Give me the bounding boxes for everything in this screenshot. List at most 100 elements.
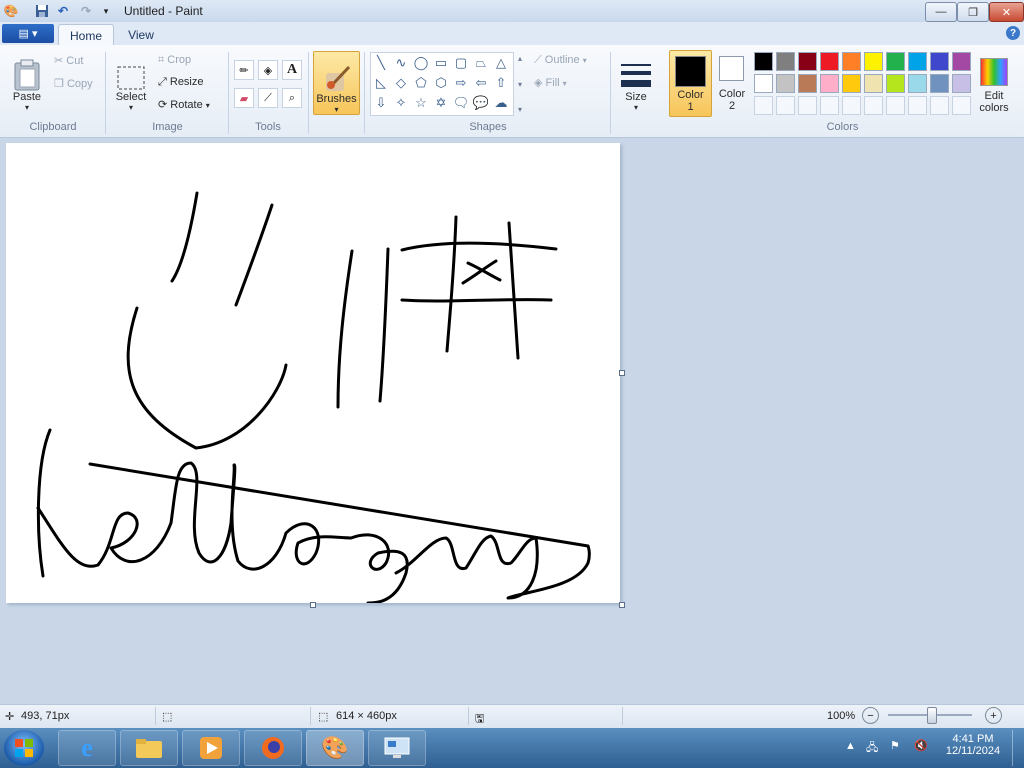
- palette-swatch-empty[interactable]: [886, 96, 905, 115]
- tab-home[interactable]: Home: [58, 24, 114, 46]
- palette-swatch[interactable]: [908, 74, 927, 93]
- rounded-rectangle-shape-icon[interactable]: ▢: [452, 54, 470, 72]
- rotate-button[interactable]: ⟳ Rotate ▾: [158, 98, 210, 111]
- line-shape-icon[interactable]: ╲: [372, 54, 390, 72]
- canvas-resize-handle-corner[interactable]: [619, 602, 625, 608]
- palette-swatch[interactable]: [820, 74, 839, 93]
- taskbar-file-explorer[interactable]: [120, 730, 178, 766]
- up-arrow-shape-icon[interactable]: ⇧: [492, 74, 510, 92]
- right-arrow-shape-icon[interactable]: ⇨: [452, 74, 470, 92]
- outline-dropdown[interactable]: ⟋ Outline ▾: [534, 54, 587, 67]
- taskbar-remote-desktop[interactable]: [368, 730, 426, 766]
- brushes-button[interactable]: Brushes ▾: [313, 51, 360, 115]
- palette-swatch[interactable]: [864, 52, 883, 71]
- five-point-star-shape-icon[interactable]: ☆: [412, 94, 430, 112]
- palette-swatch[interactable]: [754, 74, 773, 93]
- rectangle-shape-icon[interactable]: ▭: [432, 54, 450, 72]
- right-triangle-shape-icon[interactable]: ◺: [372, 74, 390, 92]
- crop-button[interactable]: ⌗ Crop: [158, 54, 191, 67]
- palette-swatch[interactable]: [842, 74, 861, 93]
- start-button[interactable]: [4, 730, 44, 766]
- palette-swatch[interactable]: [886, 52, 905, 71]
- polygon-shape-icon[interactable]: ⏢: [472, 54, 490, 72]
- palette-swatch[interactable]: [798, 52, 817, 71]
- resize-button[interactable]: ⤢ Resize: [158, 76, 204, 89]
- palette-swatch[interactable]: [776, 52, 795, 71]
- palette-swatch[interactable]: [886, 74, 905, 93]
- oval-shape-icon[interactable]: ◯: [412, 54, 430, 72]
- zoom-in-button[interactable]: +: [985, 707, 1002, 724]
- palette-swatch[interactable]: [820, 52, 839, 71]
- action-center-flag-icon[interactable]: ⚑: [890, 739, 900, 752]
- taskbar-firefox[interactable]: [244, 730, 302, 766]
- palette-swatch-empty[interactable]: [754, 96, 773, 115]
- minimize-button[interactable]: —: [925, 2, 957, 22]
- color-picker-icon[interactable]: ⟋: [258, 88, 278, 108]
- edit-colors-button[interactable]: Edit colors: [975, 52, 1013, 114]
- paste-button[interactable]: Paste ▾: [8, 52, 46, 112]
- shapes-scroll[interactable]: ▴ ▾ ▾: [514, 54, 526, 114]
- undo-icon[interactable]: ↶: [55, 3, 71, 19]
- paint-app-icon[interactable]: 🎨: [3, 3, 19, 19]
- canvas-resize-handle-right[interactable]: [619, 370, 625, 376]
- redo-icon[interactable]: ↷: [78, 3, 94, 19]
- copy-button[interactable]: ❐ Copy: [54, 77, 93, 90]
- palette-swatch[interactable]: [798, 74, 817, 93]
- palette-swatch-empty[interactable]: [864, 96, 883, 115]
- fill-dropdown[interactable]: ◈ Fill ▾: [534, 76, 567, 89]
- show-hidden-icons[interactable]: ▲: [845, 740, 856, 752]
- palette-swatch[interactable]: [864, 74, 883, 93]
- fill-bucket-icon[interactable]: ◈: [258, 60, 278, 80]
- cut-button[interactable]: ✂ Cut: [54, 54, 83, 67]
- taskbar-internet-explorer[interactable]: e: [58, 730, 116, 766]
- palette-swatch-empty[interactable]: [952, 96, 971, 115]
- palette-swatch[interactable]: [776, 74, 795, 93]
- maximize-button[interactable]: ❐: [957, 2, 989, 22]
- size-dropdown[interactable]: Size ▾: [617, 52, 655, 112]
- close-button[interactable]: ✕: [989, 2, 1024, 22]
- palette-swatch-empty[interactable]: [908, 96, 927, 115]
- diamond-shape-icon[interactable]: ◇: [392, 74, 410, 92]
- pencil-icon[interactable]: ✏: [234, 60, 254, 80]
- taskbar-paint[interactable]: 🎨: [306, 730, 364, 766]
- pentagon-shape-icon[interactable]: ⬠: [412, 74, 430, 92]
- four-point-star-shape-icon[interactable]: ✧: [392, 94, 410, 112]
- taskbar-media-player[interactable]: [182, 730, 240, 766]
- palette-swatch-empty[interactable]: [798, 96, 817, 115]
- palette-swatch[interactable]: [952, 74, 971, 93]
- six-point-star-shape-icon[interactable]: ✡: [432, 94, 450, 112]
- palette-swatch[interactable]: [842, 52, 861, 71]
- drawing-canvas[interactable]: [6, 143, 620, 603]
- palette-swatch[interactable]: [952, 52, 971, 71]
- show-desktop-button[interactable]: [1012, 730, 1023, 766]
- network-icon[interactable]: 🖧: [866, 739, 878, 758]
- down-arrow-shape-icon[interactable]: ⇩: [372, 94, 390, 112]
- eraser-icon[interactable]: ▰: [234, 88, 254, 108]
- text-tool-icon[interactable]: A: [282, 60, 302, 80]
- magnifier-icon[interactable]: ⌕: [282, 88, 302, 108]
- hexagon-shape-icon[interactable]: ⬡: [432, 74, 450, 92]
- color1-button[interactable]: Color 1: [669, 50, 712, 117]
- file-menu-button[interactable]: ▤ ▾: [2, 24, 54, 43]
- select-button[interactable]: Select ▾: [113, 54, 149, 112]
- palette-swatch[interactable]: [908, 52, 927, 71]
- color2-button[interactable]: Color 2: [713, 50, 751, 115]
- left-arrow-shape-icon[interactable]: ⇦: [472, 74, 490, 92]
- help-icon[interactable]: ?: [1006, 26, 1020, 40]
- zoom-slider-thumb[interactable]: [927, 707, 937, 724]
- customize-quick-access-icon[interactable]: ▾: [98, 3, 114, 19]
- canvas-resize-handle-bottom[interactable]: [310, 602, 316, 608]
- triangle-shape-icon[interactable]: △: [492, 54, 510, 72]
- volume-muted-icon[interactable]: 🔇: [914, 739, 928, 752]
- zoom-out-button[interactable]: −: [862, 707, 879, 724]
- oval-callout-shape-icon[interactable]: 💬: [472, 94, 490, 112]
- tab-view[interactable]: View: [118, 24, 164, 45]
- palette-swatch-empty[interactable]: [820, 96, 839, 115]
- rect-callout-shape-icon[interactable]: 🗨: [452, 94, 470, 112]
- save-icon[interactable]: [34, 3, 50, 19]
- palette-swatch-empty[interactable]: [776, 96, 795, 115]
- palette-swatch[interactable]: [930, 52, 949, 71]
- taskbar-clock[interactable]: 4:41 PM 12/11/2024: [938, 733, 1008, 757]
- curve-shape-icon[interactable]: ∿: [392, 54, 410, 72]
- palette-swatch-empty[interactable]: [842, 96, 861, 115]
